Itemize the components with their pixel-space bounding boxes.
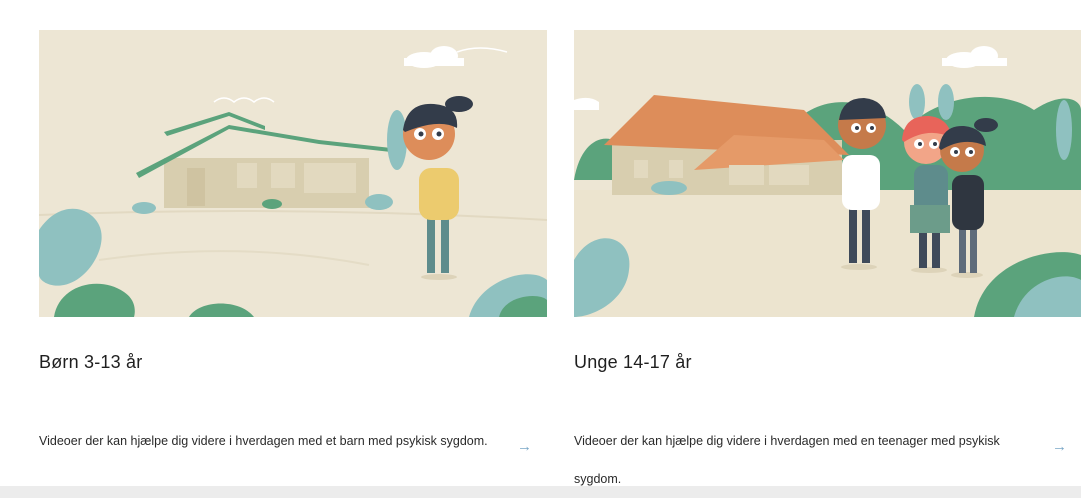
content-panel: Børn 3-13 år Videoer der kan hjælpe dig … (0, 0, 1081, 486)
card-description: Videoer der kan hjælpe dig videre i hver… (39, 434, 488, 448)
card-description: Videoer der kan hjælpe dig videre i hver… (574, 434, 1000, 486)
card-title[interactable]: Unge 14-17 år (574, 352, 692, 373)
card-title[interactable]: Børn 3-13 år (39, 352, 142, 373)
teens-illustration (574, 30, 1081, 317)
children-illustration (39, 30, 547, 317)
card-children[interactable]: Børn 3-13 år Videoer der kan hjælpe dig … (39, 30, 547, 455)
card-teens[interactable]: Unge 14-17 år Videoer der kan hjælpe dig… (574, 30, 1081, 486)
arrow-right-icon[interactable]: → (1052, 438, 1067, 455)
arrow-right-icon[interactable]: → (517, 438, 532, 455)
